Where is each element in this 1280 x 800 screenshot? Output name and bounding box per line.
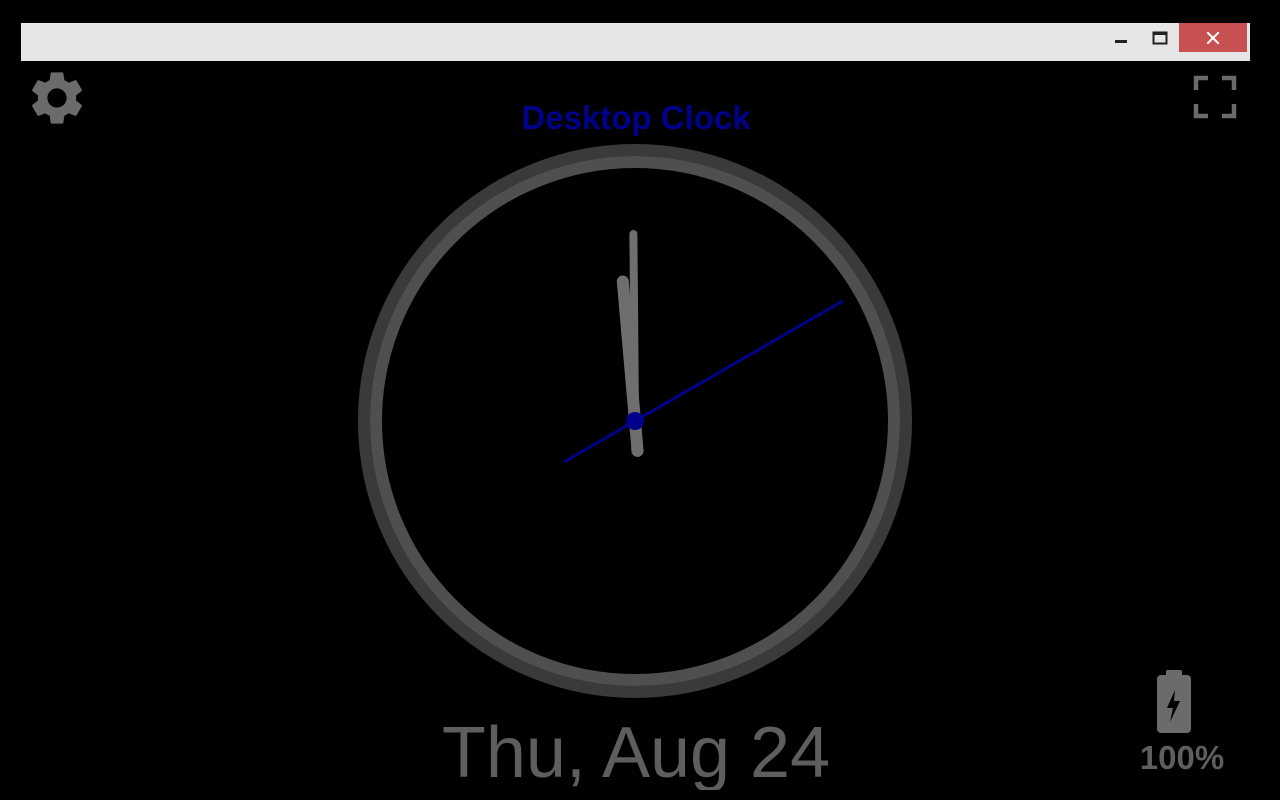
minimize-icon: [1115, 39, 1127, 43]
close-icon: [1206, 31, 1220, 44]
battery-charging-icon: [1157, 670, 1191, 733]
close-button[interactable]: [1179, 23, 1247, 52]
analog-clock: [358, 144, 912, 698]
battery-level: 100%: [1139, 739, 1225, 776]
minimize-button[interactable]: [1106, 23, 1136, 52]
maximize-icon: [1152, 31, 1168, 44]
clock-center-dot: [626, 412, 644, 430]
date-label: Thu, Aug 24: [441, 713, 831, 790]
window-titlebar[interactable]: [21, 23, 1250, 61]
app-title: Desktop Clock: [521, 99, 751, 136]
second-hand: [563, 299, 844, 464]
maximize-button[interactable]: [1145, 23, 1175, 52]
